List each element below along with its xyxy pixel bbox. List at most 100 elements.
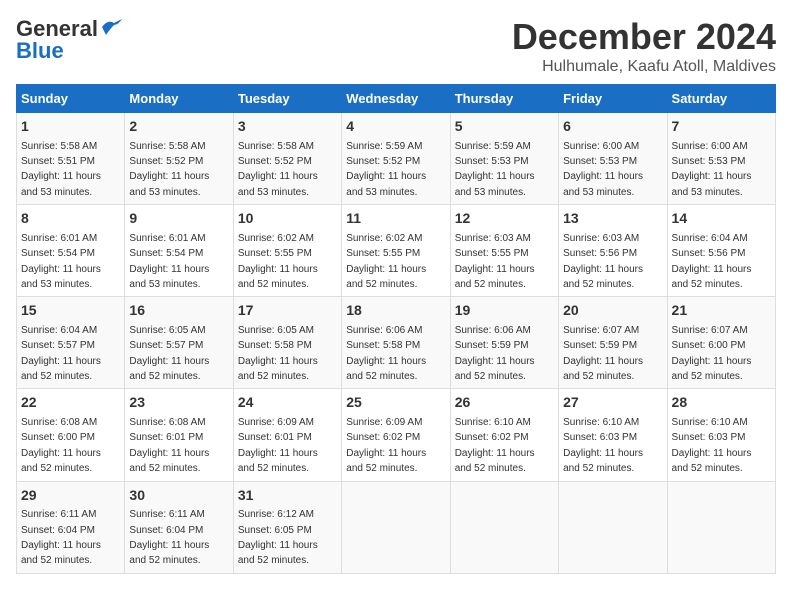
day-cell: 25 Sunrise: 6:09 AM Sunset: 6:02 PM Dayli… xyxy=(342,389,450,481)
day-cell xyxy=(559,481,667,573)
day-number: 18 xyxy=(346,301,445,321)
day-number: 26 xyxy=(455,393,554,413)
day-cell: 21 Sunrise: 6:07 AM Sunset: 6:00 PM Dayli… xyxy=(667,297,775,389)
day-number: 31 xyxy=(238,486,337,506)
day-number: 15 xyxy=(21,301,120,321)
day-number: 5 xyxy=(455,117,554,137)
day-info: Sunrise: 6:09 AM Sunset: 6:01 PM Dayligh… xyxy=(238,417,318,474)
day-info: Sunrise: 6:09 AM Sunset: 6:02 PM Dayligh… xyxy=(346,417,426,474)
day-header-thursday: Thursday xyxy=(450,85,558,113)
calendar-header-row: SundayMondayTuesdayWednesdayThursdayFrid… xyxy=(17,85,776,113)
week-row-2: 8Sunrise: 6:01 AM Sunset: 5:54 PM Daylig… xyxy=(17,205,776,297)
day-info: Sunrise: 5:58 AM Sunset: 5:51 PM Dayligh… xyxy=(21,141,101,198)
day-info: Sunrise: 6:04 AM Sunset: 5:57 PM Dayligh… xyxy=(21,325,101,382)
day-info: Sunrise: 6:08 AM Sunset: 6:01 PM Dayligh… xyxy=(129,417,209,474)
header: General Blue December 2024 Hulhumale, Ka… xyxy=(16,16,776,76)
day-number: 25 xyxy=(346,393,445,413)
day-cell: 5 Sunrise: 5:59 AM Sunset: 5:53 PM Daylig… xyxy=(450,113,558,205)
day-number: 17 xyxy=(238,301,337,321)
day-cell xyxy=(667,481,775,573)
day-number: 2 xyxy=(129,117,228,137)
day-cell: 3 Sunrise: 5:58 AM Sunset: 5:52 PM Daylig… xyxy=(233,113,341,205)
day-header-friday: Friday xyxy=(559,85,667,113)
day-cell: 7Sunrise: 6:00 AM Sunset: 5:53 PM Daylig… xyxy=(667,113,775,205)
day-number: 28 xyxy=(672,393,771,413)
day-info: Sunrise: 5:59 AM Sunset: 5:53 PM Dayligh… xyxy=(455,141,535,198)
logo-blue: Blue xyxy=(16,38,64,64)
day-number: 29 xyxy=(21,486,120,506)
day-info: Sunrise: 6:11 AM Sunset: 6:04 PM Dayligh… xyxy=(129,509,209,566)
day-cell: 1 Sunrise: 5:58 AM Sunset: 5:51 PM Daylig… xyxy=(17,113,125,205)
day-header-saturday: Saturday xyxy=(667,85,775,113)
day-info: Sunrise: 6:11 AM Sunset: 6:04 PM Dayligh… xyxy=(21,509,101,566)
day-cell: 12 Sunrise: 6:03 AM Sunset: 5:55 PM Dayli… xyxy=(450,205,558,297)
day-info: Sunrise: 6:01 AM Sunset: 5:54 PM Dayligh… xyxy=(21,233,101,290)
day-info: Sunrise: 6:05 AM Sunset: 5:58 PM Dayligh… xyxy=(238,325,318,382)
day-info: Sunrise: 6:06 AM Sunset: 5:59 PM Dayligh… xyxy=(455,325,535,382)
day-header-tuesday: Tuesday xyxy=(233,85,341,113)
day-number: 13 xyxy=(563,209,662,229)
day-number: 24 xyxy=(238,393,337,413)
day-info: Sunrise: 6:06 AM Sunset: 5:58 PM Dayligh… xyxy=(346,325,426,382)
day-number: 27 xyxy=(563,393,662,413)
day-cell xyxy=(342,481,450,573)
day-info: Sunrise: 6:04 AM Sunset: 5:56 PM Dayligh… xyxy=(672,233,752,290)
week-row-4: 22Sunrise: 6:08 AM Sunset: 6:00 PM Dayli… xyxy=(17,389,776,481)
day-cell: 19 Sunrise: 6:06 AM Sunset: 5:59 PM Dayli… xyxy=(450,297,558,389)
week-row-1: 1 Sunrise: 5:58 AM Sunset: 5:51 PM Daylig… xyxy=(17,113,776,205)
day-header-monday: Monday xyxy=(125,85,233,113)
day-number: 9 xyxy=(129,209,228,229)
day-cell: 2Sunrise: 5:58 AM Sunset: 5:52 PM Daylig… xyxy=(125,113,233,205)
day-number: 21 xyxy=(672,301,771,321)
day-info: Sunrise: 6:07 AM Sunset: 6:00 PM Dayligh… xyxy=(672,325,752,382)
day-number: 19 xyxy=(455,301,554,321)
day-header-sunday: Sunday xyxy=(17,85,125,113)
page-title: December 2024 xyxy=(512,16,776,58)
day-cell: 4Sunrise: 5:59 AM Sunset: 5:52 PM Daylig… xyxy=(342,113,450,205)
day-number: 3 xyxy=(238,117,337,137)
day-cell: 13 Sunrise: 6:03 AM Sunset: 5:56 PM Dayli… xyxy=(559,205,667,297)
day-info: Sunrise: 6:05 AM Sunset: 5:57 PM Dayligh… xyxy=(129,325,209,382)
week-row-3: 15 Sunrise: 6:04 AM Sunset: 5:57 PM Dayli… xyxy=(17,297,776,389)
day-info: Sunrise: 6:03 AM Sunset: 5:55 PM Dayligh… xyxy=(455,233,535,290)
day-number: 12 xyxy=(455,209,554,229)
day-cell: 23 Sunrise: 6:08 AM Sunset: 6:01 PM Dayli… xyxy=(125,389,233,481)
day-info: Sunrise: 6:02 AM Sunset: 5:55 PM Dayligh… xyxy=(238,233,318,290)
day-info: Sunrise: 6:03 AM Sunset: 5:56 PM Dayligh… xyxy=(563,233,643,290)
page-subtitle: Hulhumale, Kaafu Atoll, Maldives xyxy=(512,58,776,76)
day-cell: 6 Sunrise: 6:00 AM Sunset: 5:53 PM Daylig… xyxy=(559,113,667,205)
calendar-table: SundayMondayTuesdayWednesdayThursdayFrid… xyxy=(16,84,776,574)
day-number: 11 xyxy=(346,209,445,229)
day-info: Sunrise: 6:00 AM Sunset: 5:53 PM Dayligh… xyxy=(563,141,643,198)
day-number: 30 xyxy=(129,486,228,506)
day-number: 6 xyxy=(563,117,662,137)
day-cell: 29 Sunrise: 6:11 AM Sunset: 6:04 PM Dayli… xyxy=(17,481,125,573)
day-number: 23 xyxy=(129,393,228,413)
week-row-5: 29 Sunrise: 6:11 AM Sunset: 6:04 PM Dayli… xyxy=(17,481,776,573)
day-cell: 16Sunrise: 6:05 AM Sunset: 5:57 PM Dayli… xyxy=(125,297,233,389)
day-number: 7 xyxy=(672,117,771,137)
day-info: Sunrise: 6:07 AM Sunset: 5:59 PM Dayligh… xyxy=(563,325,643,382)
day-number: 20 xyxy=(563,301,662,321)
day-cell: 28 Sunrise: 6:10 AM Sunset: 6:03 PM Dayli… xyxy=(667,389,775,481)
day-cell: 22Sunrise: 6:08 AM Sunset: 6:00 PM Dayli… xyxy=(17,389,125,481)
day-info: Sunrise: 6:01 AM Sunset: 5:54 PM Dayligh… xyxy=(129,233,209,290)
day-cell: 27Sunrise: 6:10 AM Sunset: 6:03 PM Dayli… xyxy=(559,389,667,481)
day-number: 1 xyxy=(21,117,120,137)
logo-bird-icon xyxy=(100,19,122,35)
day-info: Sunrise: 6:10 AM Sunset: 6:02 PM Dayligh… xyxy=(455,417,535,474)
day-cell: 18 Sunrise: 6:06 AM Sunset: 5:58 PM Dayli… xyxy=(342,297,450,389)
day-info: Sunrise: 6:10 AM Sunset: 6:03 PM Dayligh… xyxy=(672,417,752,474)
day-number: 4 xyxy=(346,117,445,137)
day-cell xyxy=(450,481,558,573)
day-cell: 24 Sunrise: 6:09 AM Sunset: 6:01 PM Dayli… xyxy=(233,389,341,481)
day-info: Sunrise: 6:08 AM Sunset: 6:00 PM Dayligh… xyxy=(21,417,101,474)
day-number: 14 xyxy=(672,209,771,229)
day-cell: 15 Sunrise: 6:04 AM Sunset: 5:57 PM Dayli… xyxy=(17,297,125,389)
day-cell: 10Sunrise: 6:02 AM Sunset: 5:55 PM Dayli… xyxy=(233,205,341,297)
day-cell: 31 Sunrise: 6:12 AM Sunset: 6:05 PM Dayli… xyxy=(233,481,341,573)
day-info: Sunrise: 5:58 AM Sunset: 5:52 PM Dayligh… xyxy=(238,141,318,198)
day-info: Sunrise: 6:12 AM Sunset: 6:05 PM Dayligh… xyxy=(238,509,318,566)
title-area: December 2024 Hulhumale, Kaafu Atoll, Ma… xyxy=(512,16,776,76)
day-header-wednesday: Wednesday xyxy=(342,85,450,113)
